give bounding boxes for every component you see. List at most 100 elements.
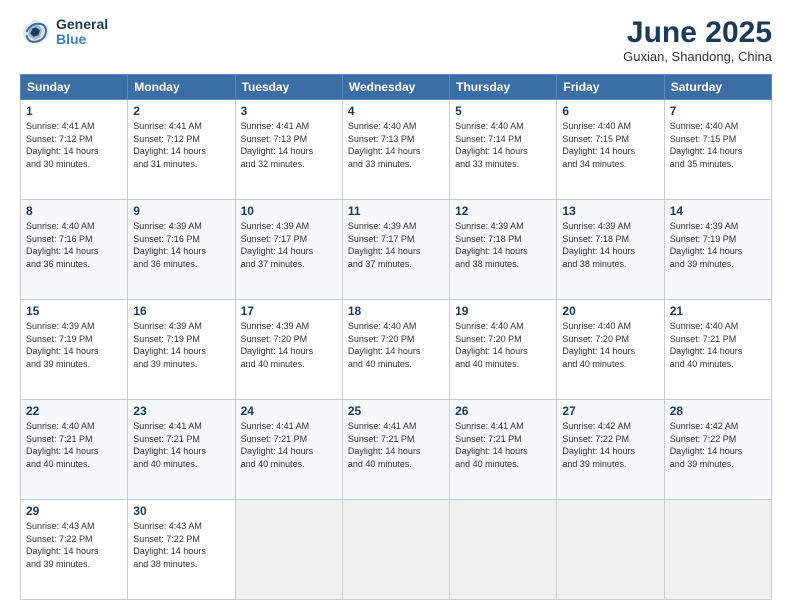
- calendar-cell: 19Sunrise: 4:40 AMSunset: 7:20 PMDayligh…: [450, 300, 557, 400]
- day-number: 15: [26, 304, 122, 318]
- day-number: 28: [670, 404, 766, 418]
- title-area: June 2025 Guxian, Shandong, China: [623, 16, 772, 64]
- month-title: June 2025: [623, 16, 772, 49]
- cell-info: Sunrise: 4:39 AMSunset: 7:19 PMDaylight:…: [133, 320, 229, 370]
- cell-info: Sunrise: 4:40 AMSunset: 7:15 PMDaylight:…: [562, 120, 658, 170]
- calendar-cell: 29 Sunrise: 4:43 AMSunset: 7:22 PMDayligh…: [21, 500, 128, 600]
- day-number: 2: [133, 104, 229, 118]
- day-number: 26: [455, 404, 551, 418]
- day-number: 12: [455, 204, 551, 218]
- calendar-cell: 18Sunrise: 4:40 AMSunset: 7:20 PMDayligh…: [342, 300, 449, 400]
- calendar-cell: 14 Sunrise: 4:39 AMSunset: 7:19 PMDayligh…: [664, 200, 771, 300]
- day-number: 11: [348, 204, 444, 218]
- weekday-header-friday: Friday: [557, 75, 664, 100]
- cell-info: Sunrise: 4:41 AMSunset: 7:21 PMDaylight:…: [348, 420, 444, 470]
- cell-info: Sunrise: 4:43 AMSunset: 7:22 PMDaylight:…: [133, 520, 229, 570]
- day-number: 1: [26, 104, 122, 118]
- calendar-table: SundayMondayTuesdayWednesdayThursdayFrid…: [20, 74, 772, 600]
- calendar-cell: 17 Sunrise: 4:39 AMSunset: 7:20 PMDayligh…: [235, 300, 342, 400]
- cell-info: Sunrise: 4:40 AMSunset: 7:14 PMDaylight:…: [455, 120, 551, 170]
- day-number: 3: [241, 104, 337, 118]
- cell-info: Sunrise: 4:41 AMSunset: 7:12 PMDaylight:…: [133, 120, 229, 170]
- day-number: 6: [562, 104, 658, 118]
- calendar-cell: 10 Sunrise: 4:39 AMSunset: 7:17 PMDayligh…: [235, 200, 342, 300]
- cell-info: Sunrise: 4:42 AMSunset: 7:22 PMDaylight:…: [562, 420, 658, 470]
- day-number: 22: [26, 404, 122, 418]
- cell-info: Sunrise: 4:41 AMSunset: 7:21 PMDaylight:…: [133, 420, 229, 470]
- cell-info: Sunrise: 4:40 AMSunset: 7:16 PMDaylight:…: [26, 220, 122, 270]
- day-number: 25: [348, 404, 444, 418]
- cell-info: Sunrise: 4:42 AMSunset: 7:22 PMDaylight:…: [670, 420, 766, 470]
- cell-info: Sunrise: 4:39 AMSunset: 7:17 PMDaylight:…: [241, 220, 337, 270]
- cell-info: Sunrise: 4:39 AMSunset: 7:18 PMDaylight:…: [562, 220, 658, 270]
- calendar-cell: 25 Sunrise: 4:41 AMSunset: 7:21 PMDayligh…: [342, 400, 449, 500]
- day-number: 27: [562, 404, 658, 418]
- calendar-week-row: 8 Sunrise: 4:40 AMSunset: 7:16 PMDaylight…: [21, 200, 772, 300]
- weekday-header-row: SundayMondayTuesdayWednesdayThursdayFrid…: [21, 75, 772, 100]
- logo-general: General: [56, 17, 108, 32]
- weekday-header-monday: Monday: [128, 75, 235, 100]
- day-number: 7: [670, 104, 766, 118]
- cell-info: Sunrise: 4:40 AMSunset: 7:20 PMDaylight:…: [455, 320, 551, 370]
- calendar-cell: 7 Sunrise: 4:40 AMSunset: 7:15 PMDaylight…: [664, 100, 771, 200]
- day-number: 9: [133, 204, 229, 218]
- day-number: 21: [670, 304, 766, 318]
- header: General Blue June 2025 Guxian, Shandong,…: [20, 16, 772, 64]
- logo: General Blue: [20, 16, 108, 48]
- cell-info: Sunrise: 4:41 AMSunset: 7:21 PMDaylight:…: [455, 420, 551, 470]
- cell-info: Sunrise: 4:39 AMSunset: 7:19 PMDaylight:…: [670, 220, 766, 270]
- calendar-cell: 15 Sunrise: 4:39 AMSunset: 7:19 PMDayligh…: [21, 300, 128, 400]
- calendar-cell: 26 Sunrise: 4:41 AMSunset: 7:21 PMDayligh…: [450, 400, 557, 500]
- weekday-header-wednesday: Wednesday: [342, 75, 449, 100]
- calendar-cell: [557, 500, 664, 600]
- calendar-week-row: 22 Sunrise: 4:40 AMSunset: 7:21 PMDayligh…: [21, 400, 772, 500]
- calendar-cell: 20 Sunrise: 4:40 AMSunset: 7:20 PMDayligh…: [557, 300, 664, 400]
- cell-info: Sunrise: 4:39 AMSunset: 7:19 PMDaylight:…: [26, 320, 122, 370]
- calendar-week-row: 15 Sunrise: 4:39 AMSunset: 7:19 PMDayligh…: [21, 300, 772, 400]
- calendar-cell: 28 Sunrise: 4:42 AMSunset: 7:22 PMDayligh…: [664, 400, 771, 500]
- calendar-cell: 21 Sunrise: 4:40 AMSunset: 7:21 PMDayligh…: [664, 300, 771, 400]
- calendar-week-row: 29 Sunrise: 4:43 AMSunset: 7:22 PMDayligh…: [21, 500, 772, 600]
- cell-info: Sunrise: 4:39 AMSunset: 7:20 PMDaylight:…: [241, 320, 337, 370]
- day-number: 30: [133, 504, 229, 518]
- cell-info: Sunrise: 4:39 AMSunset: 7:17 PMDaylight:…: [348, 220, 444, 270]
- calendar-cell: 11 Sunrise: 4:39 AMSunset: 7:17 PMDayligh…: [342, 200, 449, 300]
- day-number: 4: [348, 104, 444, 118]
- calendar-cell: 4Sunrise: 4:40 AMSunset: 7:13 PMDaylight…: [342, 100, 449, 200]
- day-number: 10: [241, 204, 337, 218]
- calendar-cell: 2 Sunrise: 4:41 AMSunset: 7:12 PMDaylight…: [128, 100, 235, 200]
- calendar-cell: 3 Sunrise: 4:41 AMSunset: 7:13 PMDaylight…: [235, 100, 342, 200]
- cell-info: Sunrise: 4:41 AMSunset: 7:13 PMDaylight:…: [241, 120, 337, 170]
- day-number: 17: [241, 304, 337, 318]
- calendar-week-row: 1 Sunrise: 4:41 AMSunset: 7:12 PMDaylight…: [21, 100, 772, 200]
- calendar-cell: 12 Sunrise: 4:39 AMSunset: 7:18 PMDayligh…: [450, 200, 557, 300]
- calendar-cell: 13 Sunrise: 4:39 AMSunset: 7:18 PMDayligh…: [557, 200, 664, 300]
- cell-info: Sunrise: 4:40 AMSunset: 7:20 PMDaylight:…: [562, 320, 658, 370]
- calendar-cell: 6 Sunrise: 4:40 AMSunset: 7:15 PMDaylight…: [557, 100, 664, 200]
- day-number: 8: [26, 204, 122, 218]
- cell-info: Sunrise: 4:43 AMSunset: 7:22 PMDaylight:…: [26, 520, 122, 570]
- day-number: 18: [348, 304, 444, 318]
- cell-info: Sunrise: 4:40 AMSunset: 7:21 PMDaylight:…: [26, 420, 122, 470]
- cell-info: Sunrise: 4:40 AMSunset: 7:21 PMDaylight:…: [670, 320, 766, 370]
- calendar-cell: [450, 500, 557, 600]
- cell-info: Sunrise: 4:40 AMSunset: 7:15 PMDaylight:…: [670, 120, 766, 170]
- day-number: 5: [455, 104, 551, 118]
- cell-info: Sunrise: 4:41 AMSunset: 7:12 PMDaylight:…: [26, 120, 122, 170]
- logo-icon: [20, 16, 52, 48]
- cell-info: Sunrise: 4:39 AMSunset: 7:16 PMDaylight:…: [133, 220, 229, 270]
- calendar-cell: 24Sunrise: 4:41 AMSunset: 7:21 PMDayligh…: [235, 400, 342, 500]
- day-number: 16: [133, 304, 229, 318]
- calendar-cell: 27 Sunrise: 4:42 AMSunset: 7:22 PMDayligh…: [557, 400, 664, 500]
- day-number: 14: [670, 204, 766, 218]
- calendar-cell: 1 Sunrise: 4:41 AMSunset: 7:12 PMDaylight…: [21, 100, 128, 200]
- weekday-header-saturday: Saturday: [664, 75, 771, 100]
- calendar-cell: [235, 500, 342, 600]
- day-number: 20: [562, 304, 658, 318]
- cell-info: Sunrise: 4:39 AMSunset: 7:18 PMDaylight:…: [455, 220, 551, 270]
- logo-text: General Blue: [56, 17, 108, 48]
- calendar-cell: 30 Sunrise: 4:43 AMSunset: 7:22 PMDayligh…: [128, 500, 235, 600]
- day-number: 29: [26, 504, 122, 518]
- day-number: 13: [562, 204, 658, 218]
- calendar-cell: 16 Sunrise: 4:39 AMSunset: 7:19 PMDayligh…: [128, 300, 235, 400]
